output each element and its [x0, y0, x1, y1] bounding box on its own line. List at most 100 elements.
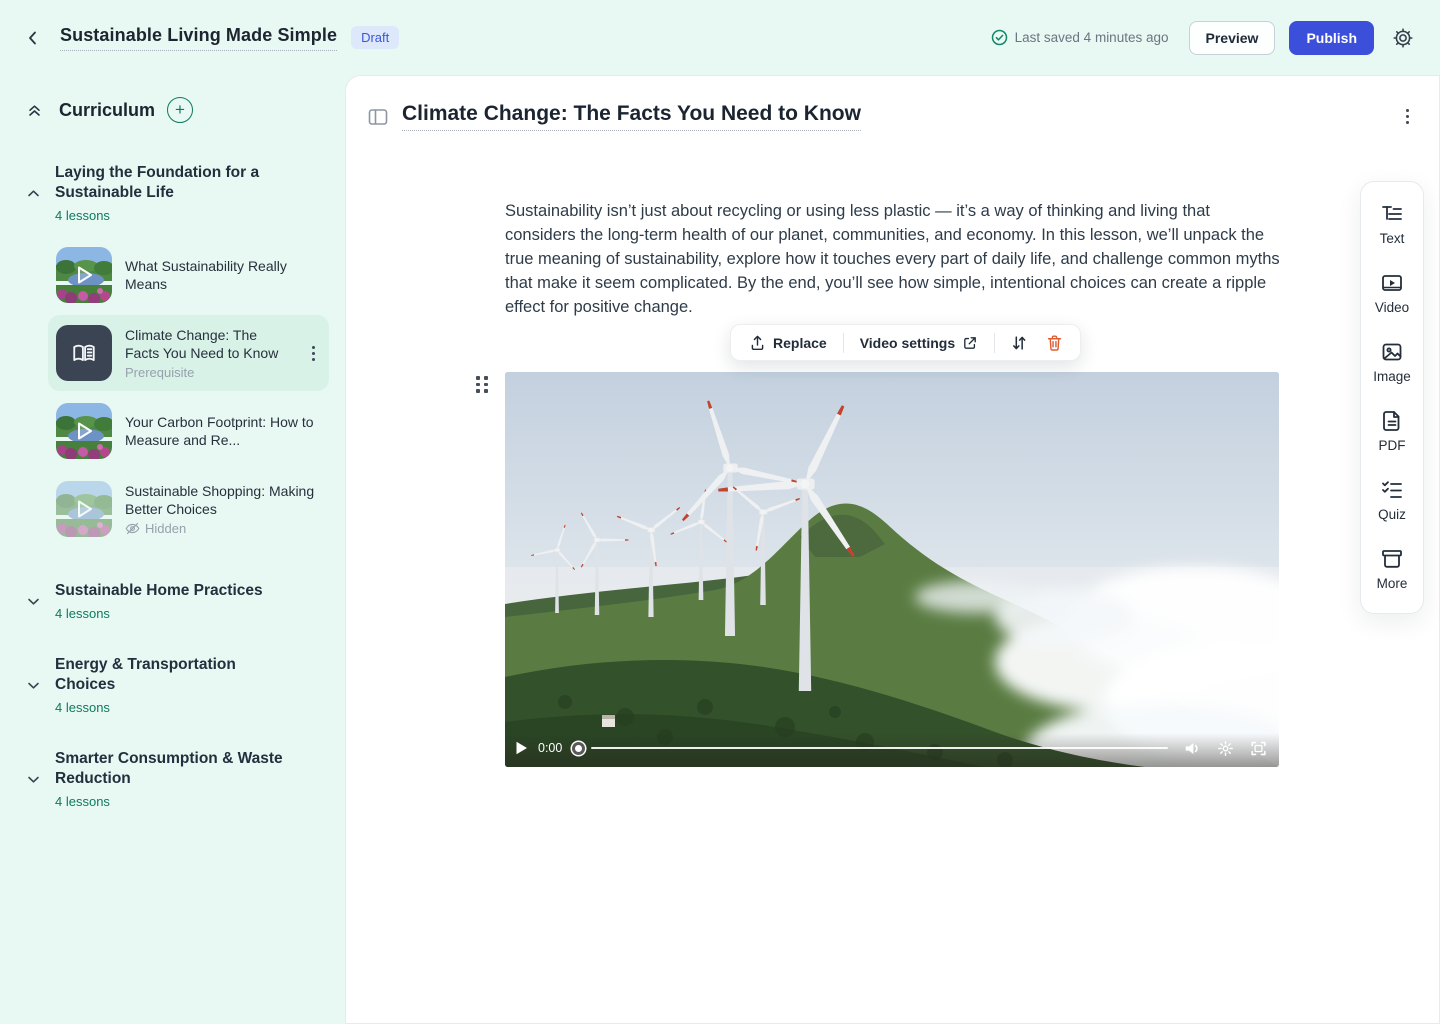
pdf-file-icon: [1380, 409, 1404, 433]
section-sustainable-home: Sustainable Home Practices 4 lessons: [20, 581, 329, 621]
text-icon: [1380, 202, 1404, 226]
lesson-options-button[interactable]: [1400, 103, 1415, 130]
curriculum-title: Curriculum: [59, 100, 155, 121]
volume-icon: [1184, 741, 1201, 756]
insert-text-button[interactable]: Text: [1380, 202, 1405, 246]
course-title[interactable]: Sustainable Living Made Simple: [60, 25, 337, 51]
replace-button[interactable]: Replace: [741, 328, 835, 357]
last-saved-text: Last saved 4 minutes ago: [1015, 30, 1169, 45]
lesson-intro-paragraph[interactable]: Sustainability isn’t just about recyclin…: [505, 199, 1283, 319]
video-icon: [1380, 271, 1404, 295]
lesson-page-title[interactable]: Climate Change: The Facts You Need to Kn…: [402, 102, 861, 131]
lesson-reading-tile: [56, 325, 112, 381]
section-title[interactable]: Energy & Transportation Choices: [55, 655, 285, 695]
lesson-list: What Sustainability Really Means Climate…: [48, 237, 329, 547]
last-saved-status: Last saved 4 minutes ago: [991, 29, 1169, 46]
image-icon: [1380, 340, 1404, 364]
play-icon: [515, 741, 528, 755]
publish-button[interactable]: Publish: [1289, 21, 1374, 55]
upload-icon: [749, 334, 766, 351]
video-player[interactable]: 0:00: [505, 372, 1279, 767]
chevron-up-icon: [26, 186, 41, 201]
lesson-video-thumbnail: [56, 403, 112, 459]
play-overlay-icon: [56, 403, 112, 459]
block-drag-handle[interactable]: [476, 376, 488, 393]
section-collapse-button[interactable]: [22, 163, 45, 223]
insert-quiz-button[interactable]: Quiz: [1378, 478, 1406, 522]
wind-farm-video-frame: [505, 372, 1279, 767]
gear-icon: [1392, 27, 1414, 49]
insert-block-toolbar: Text Video Image PDF Quiz More: [1360, 181, 1424, 614]
lesson-title: What Sustainability Really Means: [125, 257, 321, 293]
section-lesson-count: 4 lessons: [55, 700, 285, 715]
section-title[interactable]: Sustainable Home Practices: [55, 581, 263, 601]
lesson-title: Climate Change: The Facts You Need to Kn…: [125, 326, 293, 362]
lesson-menu-button[interactable]: [306, 340, 321, 367]
collapse-all-button[interactable]: [22, 98, 47, 123]
double-chevron-up-icon: [26, 102, 43, 119]
add-section-button[interactable]: +: [167, 97, 193, 123]
insert-more-button[interactable]: More: [1377, 547, 1408, 591]
preview-button[interactable]: Preview: [1189, 21, 1276, 55]
topbar-left: Sustainable Living Made Simple Draft: [20, 25, 399, 51]
section-lesson-count: 4 lessons: [55, 606, 263, 621]
lesson-hidden-label: Hidden: [125, 521, 321, 536]
move-block-button[interactable]: [1003, 329, 1035, 357]
open-book-icon: [71, 340, 97, 366]
topbar-right: Last saved 4 minutes ago Preview Publish: [991, 21, 1418, 55]
curriculum-sidebar: Curriculum + Laying the Foundation for a…: [0, 75, 345, 1024]
video-quality-button[interactable]: [1215, 738, 1236, 759]
chevron-down-icon: [26, 678, 41, 693]
course-builder-app: Sustainable Living Made Simple Draft Las…: [0, 0, 1440, 1024]
sort-arrows-icon: [1010, 334, 1028, 352]
section-expand-button[interactable]: [22, 581, 45, 621]
lesson-title: Sustainable Shopping: Making Better Choi…: [125, 482, 321, 518]
lesson-editor-header: Climate Change: The Facts You Need to Kn…: [346, 76, 1439, 131]
section-expand-button[interactable]: [22, 655, 45, 715]
video-current-time: 0:00: [538, 741, 562, 755]
chevron-down-icon: [26, 772, 41, 787]
insert-image-button[interactable]: Image: [1373, 340, 1411, 384]
play-overlay-icon: [56, 247, 112, 303]
back-chevron-icon: [24, 29, 42, 47]
back-button[interactable]: [20, 25, 46, 51]
quiz-checklist-icon: [1380, 478, 1404, 502]
lesson-video-thumbnail: [56, 247, 112, 303]
fullscreen-button[interactable]: [1248, 739, 1269, 758]
lesson-item-climate-change[interactable]: Climate Change: The Facts You Need to Kn…: [48, 315, 329, 391]
lesson-item-what-sustainability[interactable]: What Sustainability Really Means: [48, 237, 329, 313]
gear-icon: [1217, 740, 1234, 757]
section-smarter-consumption: Smarter Consumption & Waste Reduction 4 …: [20, 749, 329, 809]
section-title[interactable]: Smarter Consumption & Waste Reduction: [55, 749, 285, 789]
fullscreen-icon: [1250, 741, 1267, 756]
lesson-editor-panel: Climate Change: The Facts You Need to Kn…: [345, 75, 1440, 1024]
status-badge: Draft: [351, 26, 399, 49]
delete-block-button[interactable]: [1039, 329, 1070, 357]
insert-pdf-button[interactable]: PDF: [1379, 409, 1406, 453]
lesson-title: Your Carbon Footprint: How to Measure an…: [125, 413, 321, 449]
lesson-video-thumbnail: [56, 481, 112, 537]
lesson-prerequisite-label: Prerequisite: [125, 365, 293, 380]
section-energy-transportation: Energy & Transportation Choices 4 lesson…: [20, 655, 329, 715]
curriculum-header: Curriculum +: [20, 97, 329, 123]
section-title[interactable]: Laying the Foundation for a Sustainable …: [55, 163, 285, 203]
section-laying-the-foundation: Laying the Foundation for a Sustainable …: [20, 163, 329, 223]
lesson-item-sustainable-shopping[interactable]: Sustainable Shopping: Making Better Choi…: [48, 471, 329, 547]
video-block-toolbar: Replace Video settings: [730, 324, 1081, 361]
lesson-item-carbon-footprint[interactable]: Your Carbon Footprint: How to Measure an…: [48, 393, 329, 469]
section-expand-button[interactable]: [22, 749, 45, 809]
play-button[interactable]: [513, 739, 530, 757]
scrubber-knob[interactable]: [572, 742, 585, 755]
topbar: Sustainable Living Made Simple Draft Las…: [0, 0, 1440, 75]
insert-video-button[interactable]: Video: [1375, 271, 1409, 315]
play-overlay-icon: [56, 481, 112, 537]
progress-bar[interactable]: [591, 747, 1168, 750]
toggle-sidebar-button[interactable]: [364, 104, 392, 130]
video-settings-button[interactable]: Video settings: [852, 329, 986, 357]
check-circle-icon: [991, 29, 1008, 46]
settings-button[interactable]: [1388, 23, 1418, 53]
panel-toggle-icon: [368, 108, 388, 126]
more-blocks-icon: [1380, 547, 1404, 571]
volume-button[interactable]: [1182, 739, 1203, 758]
trash-icon: [1046, 334, 1063, 352]
